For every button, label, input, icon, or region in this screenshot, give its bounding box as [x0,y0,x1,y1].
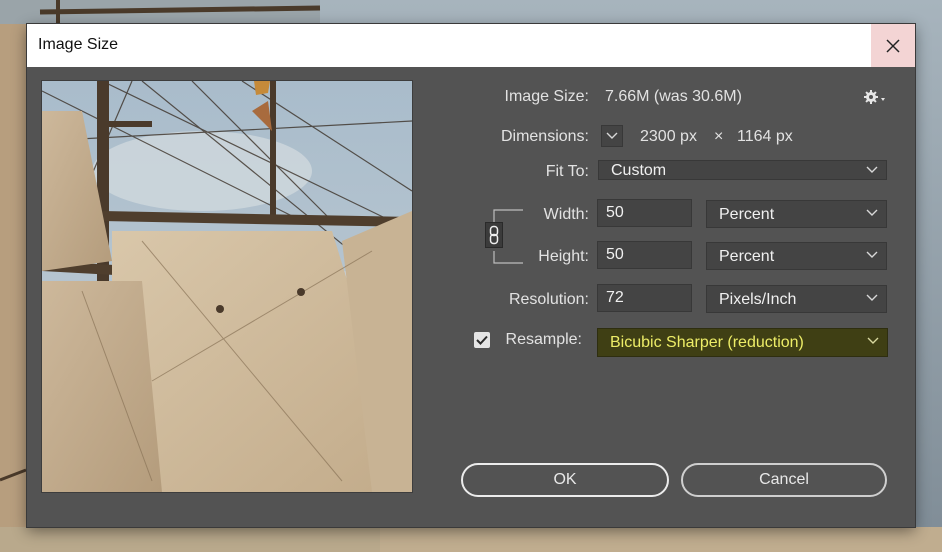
chevron-down-icon [606,132,618,139]
ok-button[interactable]: OK [461,463,669,497]
chain-link-icon [489,225,499,245]
width-unit-value: Percent [719,206,775,223]
resolution-label: Resolution: [508,291,589,308]
image-size-dialog: Image Size Image Size: 7.66M (was 30.6M)… [27,24,915,527]
dimensions-unit-toggle[interactable] [601,125,623,147]
dimensions-separator: × [714,128,724,145]
checkmark-icon [476,335,488,345]
height-unit-select[interactable]: Percent [706,242,887,270]
width-label: Width: [543,206,589,223]
resample-method-select[interactable]: Bicubic Sharper (reduction) [597,328,888,357]
constrain-proportions-button[interactable] [485,222,503,248]
fit-to-select[interactable]: Custom [598,160,887,180]
title-bar: Image Size [27,24,915,67]
fit-to-label: Fit To: [545,163,589,180]
resample-checkbox[interactable] [474,332,490,348]
dimensions-height: 1164 px [737,128,793,145]
chevron-down-icon [867,337,879,344]
height-unit-value: Percent [719,248,775,265]
preview-painting [42,81,412,492]
chevron-down-icon [866,251,878,258]
resample-method-value: Bicubic Sharper (reduction) [610,334,804,351]
height-label: Height: [538,248,589,265]
resolution-unit-value: Pixels/Inch [719,291,797,308]
fit-to-value: Custom [611,162,667,179]
chevron-down-icon [866,166,878,173]
settings-button[interactable] [862,88,886,108]
gear-icon [864,90,885,104]
close-button[interactable] [871,24,915,67]
close-icon [886,38,900,53]
resample-label: Resample: [505,331,582,348]
cancel-button[interactable]: Cancel [681,463,887,497]
dimensions-label: Dimensions: [500,128,589,145]
chevron-down-icon [866,209,878,216]
width-unit-select[interactable]: Percent [706,200,887,228]
resolution-input[interactable]: 72 [597,284,692,312]
width-input[interactable]: 50 [597,199,692,227]
dimensions-width: 2300 px [640,128,697,145]
height-input[interactable]: 50 [597,241,692,269]
dialog-title: Image Size [38,36,119,53]
resolution-unit-select[interactable]: Pixels/Inch [706,285,887,313]
image-size-label: Image Size: [504,88,589,105]
image-size-value: 7.66M (was 30.6M) [605,88,742,105]
image-preview[interactable] [41,80,413,493]
chevron-down-icon [866,294,878,301]
